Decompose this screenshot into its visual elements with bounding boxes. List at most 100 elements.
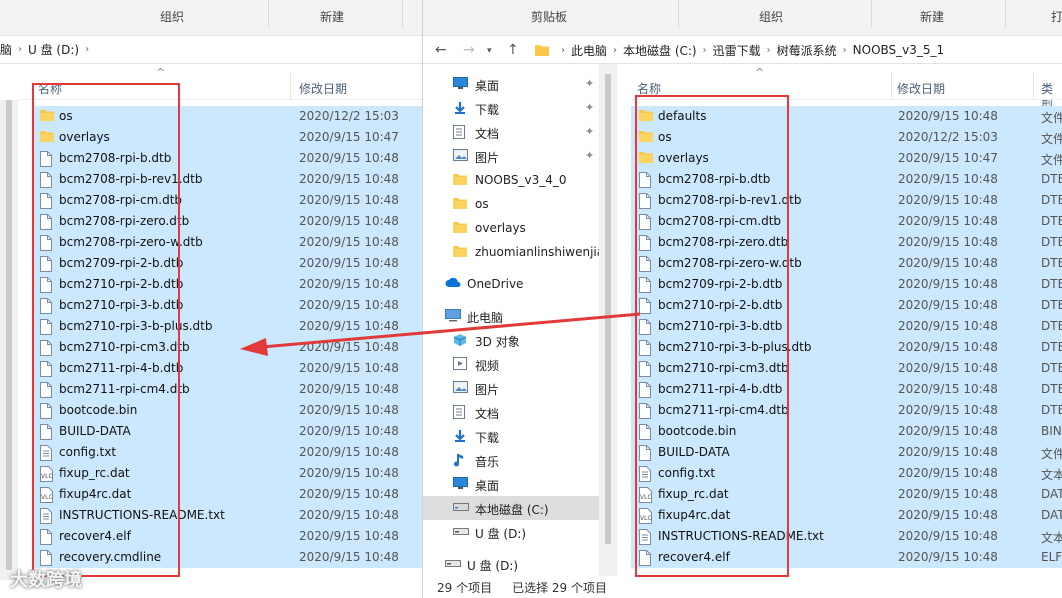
breadcrumb-item[interactable]: 树莓派系统	[777, 42, 837, 59]
nav-item[interactable]: 图片	[423, 376, 599, 400]
column-separator[interactable]	[290, 72, 291, 100]
file-row[interactable]: bcm2711-rpi-4-b.dtb 2020/9/15 10:48	[32, 358, 422, 379]
scrollbar-thumb[interactable]	[605, 74, 611, 544]
file-row[interactable]: config.txt 2020/9/15 10:48 文本	[631, 463, 1062, 484]
up-arrow-icon[interactable]: ↑	[507, 42, 519, 58]
ribbon-group-new[interactable]: 新建	[320, 8, 344, 25]
file-row[interactable]: recovery.cmdline 2020/9/15 10:48	[32, 547, 422, 568]
nav-item[interactable]: 图片 ✦	[423, 144, 599, 168]
file-row[interactable]: bcm2708-rpi-zero.dtb 2020/9/15 10:48 DTE	[631, 232, 1062, 253]
nav-item[interactable]: 3D 对象	[423, 328, 599, 352]
file-row[interactable]: bcm2708-rpi-zero-w.dtb 2020/9/15 10:48 DTE	[631, 253, 1062, 274]
breadcrumb-item[interactable]: 此电脑	[571, 42, 607, 59]
nav-item[interactable]: 视频	[423, 352, 599, 376]
navigation-scrollbar[interactable]	[599, 64, 617, 576]
file-row[interactable]: INSTRUCTIONS-README.txt 2020/9/15 10:48 文本	[631, 526, 1062, 547]
file-row[interactable]: bcm2710-rpi-3-b-plus.dtb 2020/9/15 10:48	[32, 316, 422, 337]
nav-item[interactable]: NOOBS_v3_4_0	[423, 168, 599, 192]
file-row[interactable]: VLC fixup4rc.dat 2020/9/15 10:48	[32, 484, 422, 505]
chevron-right-icon[interactable]: ›	[613, 45, 617, 56]
chevron-right-icon[interactable]: ›	[18, 44, 22, 55]
column-header-name[interactable]: 名称	[637, 80, 661, 97]
breadcrumb-item[interactable]: 迅雷下载	[713, 42, 761, 59]
nav-item[interactable]: 桌面 ✦	[423, 72, 599, 96]
file-row[interactable]: overlays 2020/9/15 10:47 文件	[631, 148, 1062, 169]
file-row[interactable]: bcm2710-rpi-2-b.dtb 2020/9/15 10:48	[32, 274, 422, 295]
nav-item[interactable]: 此电脑	[423, 304, 599, 328]
column-separator[interactable]	[891, 72, 892, 100]
file-row[interactable]: bcm2708-rpi-cm.dtb 2020/9/15 10:48	[32, 190, 422, 211]
file-row[interactable]: bcm2709-rpi-2-b.dtb 2020/9/15 10:48	[32, 253, 422, 274]
breadcrumb-item[interactable]: 脑	[0, 41, 12, 58]
file-row[interactable]: bcm2711-rpi-cm4.dtb 2020/9/15 10:48	[32, 379, 422, 400]
address-path[interactable]: › 此电脑 › 本地磁盘 (C:) › 迅雷下载 › 树莓派系统 › NOOBS…	[527, 38, 1062, 62]
nav-item[interactable]: os	[423, 192, 599, 216]
nav-item[interactable]: OneDrive	[423, 272, 599, 296]
pin-icon[interactable]: ✦	[585, 149, 594, 162]
file-row[interactable]: bcm2710-rpi-3-b.dtb 2020/9/15 10:48	[32, 295, 422, 316]
file-row[interactable]: bcm2708-rpi-cm.dtb 2020/9/15 10:48 DTE	[631, 211, 1062, 232]
nav-item[interactable]: U 盘 (D:)	[423, 520, 599, 544]
pin-icon[interactable]: ✦	[585, 125, 594, 138]
column-header-date[interactable]: 修改日期	[897, 80, 945, 97]
file-row[interactable]: bootcode.bin 2020/9/15 10:48 BIN	[631, 421, 1062, 442]
file-row[interactable]: recover4.elf 2020/9/15 10:48	[32, 526, 422, 547]
chevron-right-icon[interactable]: ›	[843, 45, 847, 56]
chevron-right-icon[interactable]: ›	[561, 45, 565, 56]
file-row[interactable]: bcm2710-rpi-2-b.dtb 2020/9/15 10:48 DTE	[631, 295, 1062, 316]
file-row[interactable]: overlays 2020/9/15 10:47	[32, 127, 422, 148]
ribbon-group-organize[interactable]: 组织	[759, 8, 783, 25]
nav-item[interactable]: 文档 ✦	[423, 120, 599, 144]
file-row[interactable]: defaults 2020/9/15 10:48 文件	[631, 106, 1062, 127]
left-address-bar[interactable]: 脑 › U 盘 (D:) ›	[0, 36, 422, 64]
file-row[interactable]: BUILD-DATA 2020/9/15 10:48 文件	[631, 442, 1062, 463]
file-row[interactable]: bcm2710-rpi-cm3.dtb 2020/9/15 10:48	[32, 337, 422, 358]
file-row[interactable]: VLC fixup_rc.dat 2020/9/15 10:48	[32, 463, 422, 484]
ribbon-group-open[interactable]: 打	[1051, 8, 1062, 25]
forward-arrow-icon[interactable]: →	[463, 42, 475, 58]
file-row[interactable]: os 2020/12/2 15:03	[32, 106, 422, 127]
scrollbar-thumb[interactable]	[6, 100, 12, 570]
column-separator[interactable]	[1033, 72, 1034, 100]
nav-item[interactable]: 下载	[423, 424, 599, 448]
ribbon-group-new[interactable]: 新建	[920, 8, 944, 25]
breadcrumb-item[interactable]: U 盘 (D:)	[28, 41, 79, 58]
nav-item[interactable]: 本地磁盘 (C:)	[423, 496, 599, 520]
file-row[interactable]: VLC fixup4rc.dat 2020/9/15 10:48 DAT	[631, 505, 1062, 526]
nav-item[interactable]: 桌面	[423, 472, 599, 496]
nav-item[interactable]: 下载 ✦	[423, 96, 599, 120]
file-row[interactable]: bcm2708-rpi-b-rev1.dtb 2020/9/15 10:48 DTE	[631, 190, 1062, 211]
file-row[interactable]: bootcode.bin 2020/9/15 10:48	[32, 400, 422, 421]
breadcrumb-item[interactable]: NOOBS_v3_5_1	[853, 43, 945, 57]
file-row[interactable]: bcm2710-rpi-3-b.dtb 2020/9/15 10:48 DTE	[631, 316, 1062, 337]
file-row[interactable]: BUILD-DATA 2020/9/15 10:48	[32, 421, 422, 442]
chevron-right-icon[interactable]: ›	[703, 45, 707, 56]
left-scrollbar[interactable]	[0, 100, 18, 580]
recent-locations-chevron-icon[interactable]: ▾	[487, 46, 492, 56]
breadcrumb-item[interactable]: 本地磁盘 (C:)	[623, 42, 697, 59]
ribbon-group-organize[interactable]: 组织	[160, 8, 184, 25]
nav-item[interactable]: zhuomianlinshiwenjia	[423, 240, 604, 264]
file-row[interactable]: bcm2708-rpi-b.dtb 2020/9/15 10:48	[32, 148, 422, 169]
file-row[interactable]: bcm2710-rpi-cm3.dtb 2020/9/15 10:48 DTE	[631, 358, 1062, 379]
file-row[interactable]: bcm2708-rpi-b-rev1.dtb 2020/9/15 10:48	[32, 169, 422, 190]
file-row[interactable]: INSTRUCTIONS-README.txt 2020/9/15 10:48	[32, 505, 422, 526]
file-row[interactable]: VLC fixup_rc.dat 2020/9/15 10:48 DAT	[631, 484, 1062, 505]
nav-item[interactable]: 音乐	[423, 448, 599, 472]
file-row[interactable]: bcm2708-rpi-zero-w.dtb 2020/9/15 10:48	[32, 232, 422, 253]
file-row[interactable]: bcm2708-rpi-b.dtb 2020/9/15 10:48 DTE	[631, 169, 1062, 190]
ribbon-group-clipboard[interactable]: 剪贴板	[531, 8, 567, 25]
file-row[interactable]: bcm2711-rpi-4-b.dtb 2020/9/15 10:48 DTE	[631, 379, 1062, 400]
chevron-right-icon[interactable]: ›	[85, 44, 89, 55]
file-row[interactable]: config.txt 2020/9/15 10:48	[32, 442, 422, 463]
nav-item[interactable]: 文档	[423, 400, 599, 424]
column-header-date[interactable]: 修改日期	[299, 80, 347, 97]
chevron-right-icon[interactable]: ›	[767, 45, 771, 56]
pin-icon[interactable]: ✦	[585, 77, 594, 90]
pin-icon[interactable]: ✦	[585, 101, 594, 114]
nav-item[interactable]: U 盘 (D:)	[423, 552, 599, 576]
column-header-name[interactable]: 名称	[38, 80, 62, 97]
file-row[interactable]: os 2020/12/2 15:03 文件	[631, 127, 1062, 148]
file-row[interactable]: recover4.elf 2020/9/15 10:48 ELF	[631, 547, 1062, 568]
file-row[interactable]: bcm2710-rpi-3-b-plus.dtb 2020/9/15 10:48 D…	[631, 337, 1062, 358]
